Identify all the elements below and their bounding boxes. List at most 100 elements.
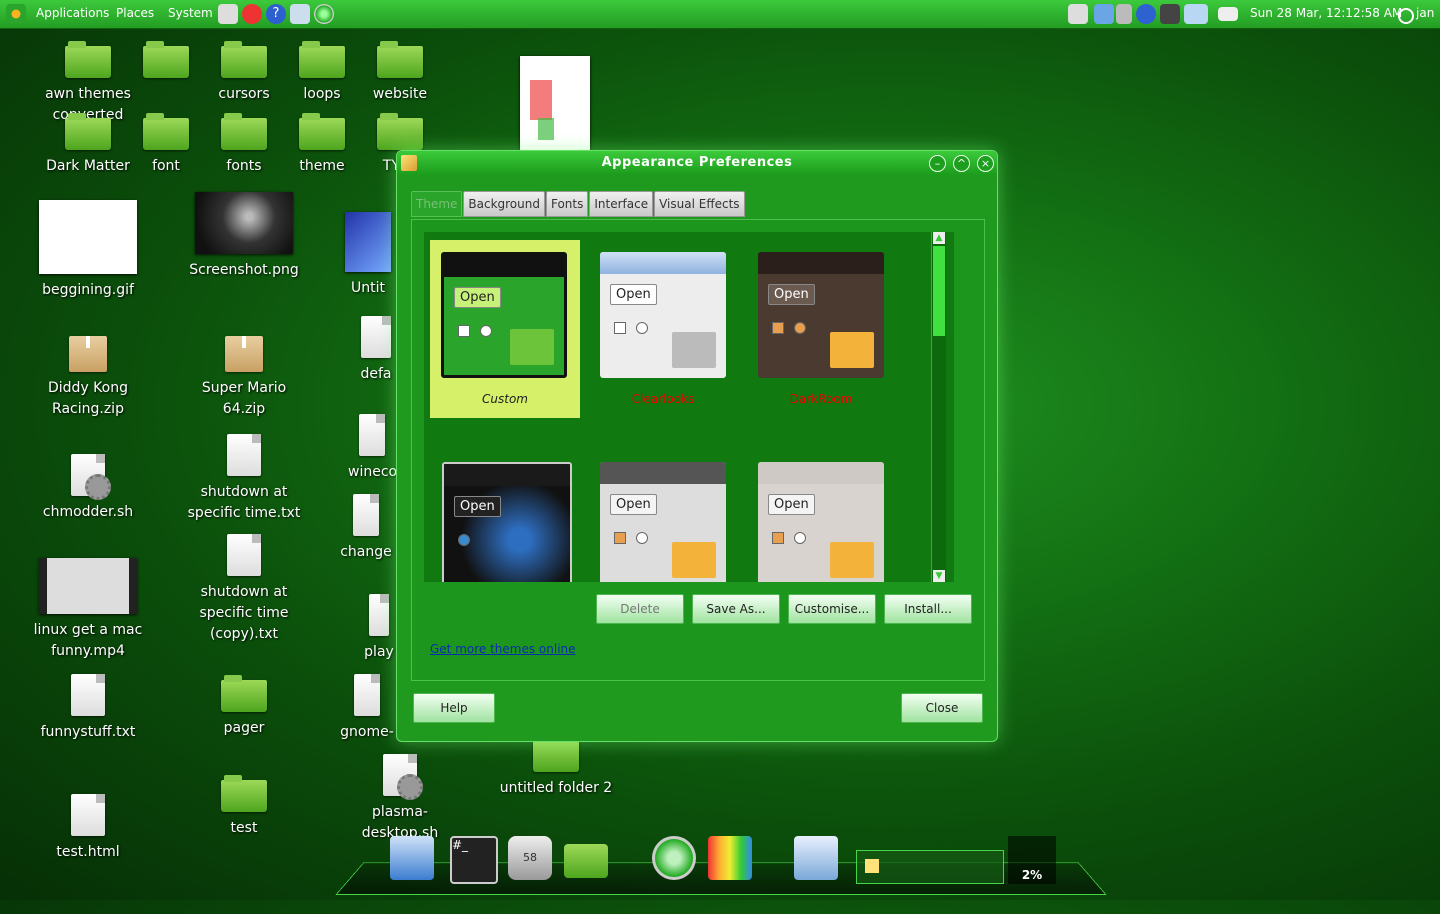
desktop-file-plasma[interactable]: plasma-desktop.sh xyxy=(340,754,460,844)
theme-item-4[interactable]: Open xyxy=(430,440,580,582)
folder-icon xyxy=(143,113,189,150)
theme-item-darkroom[interactable]: Open DarkRoom xyxy=(746,240,896,418)
desktop-file-test-html[interactable]: test.html xyxy=(28,794,148,863)
workspace-switcher[interactable] xyxy=(856,850,1004,884)
archive-icon xyxy=(225,336,263,372)
user-name[interactable]: jan xyxy=(1416,6,1434,20)
theme-preview: Open xyxy=(600,252,726,378)
theme-scrollbar[interactable]: ▲ ▼ xyxy=(931,232,946,582)
desktop-folder-pager[interactable]: pager xyxy=(184,675,304,739)
preview-folder-icon xyxy=(830,332,874,368)
power-icon[interactable] xyxy=(1398,8,1414,24)
preview-titlebar xyxy=(758,462,884,484)
volume-icon[interactable] xyxy=(1116,4,1132,24)
window-title: Appearance Preferences xyxy=(601,155,793,170)
desktop-file-linux-mac[interactable]: linux get a mac funny.mp4 xyxy=(28,558,148,662)
display-icon[interactable] xyxy=(1160,4,1180,24)
desktop-file-screenshot[interactable]: Screenshot.png xyxy=(184,192,304,281)
save-as-button[interactable]: Save As... xyxy=(692,594,780,624)
appearance-dock-icon[interactable] xyxy=(708,836,752,880)
desktop-file-mario-zip[interactable]: Super Mario 64.zip xyxy=(184,336,304,420)
envelope-icon[interactable] xyxy=(1218,7,1238,21)
install-button[interactable]: Install... xyxy=(884,594,972,624)
desktop-file-defa[interactable]: defa xyxy=(356,316,396,385)
help-launcher-icon[interactable]: ? xyxy=(266,4,286,24)
update-manager-dock-icon[interactable] xyxy=(652,836,696,880)
theme-item-6[interactable]: Open xyxy=(746,440,896,582)
tab-fonts[interactable]: Fonts xyxy=(545,191,589,217)
get-more-themes-link[interactable]: Get more themes online xyxy=(430,642,576,656)
browser-launcher-icon[interactable] xyxy=(242,4,262,24)
preview-titlebar xyxy=(758,252,884,274)
battery-monitor[interactable]: 2% xyxy=(1008,836,1056,884)
terminal-dock-icon[interactable]: #_ xyxy=(450,836,498,884)
icon-label: theme xyxy=(299,158,345,174)
minimize-button[interactable]: – xyxy=(929,155,946,172)
applications-menu[interactable]: Applications xyxy=(36,6,109,20)
weather-icon[interactable] xyxy=(1094,4,1114,24)
folder-icon xyxy=(533,735,579,772)
desktop-document-thumbnail[interactable] xyxy=(520,56,590,150)
tab-background[interactable]: Background xyxy=(463,191,545,217)
scroll-thumb[interactable] xyxy=(933,246,945,336)
theme-item-clearlooks[interactable]: Open Clearlooks xyxy=(588,240,738,418)
help-button[interactable]: Help xyxy=(413,693,495,723)
scroll-up-arrow-icon[interactable]: ▲ xyxy=(933,232,945,244)
ubuntu-logo-icon[interactable] xyxy=(6,4,26,24)
delete-button[interactable]: Delete xyxy=(596,594,684,624)
icon-label: funnystuff.txt xyxy=(40,724,136,740)
music-player-dock-icon[interactable] xyxy=(794,836,838,880)
screenshot-launcher-icon[interactable] xyxy=(290,4,310,24)
close-button[interactable]: Close xyxy=(901,693,983,723)
window-titlebar[interactable]: Appearance Preferences – ^ × xyxy=(397,151,997,175)
desktop-file-beggining-gif[interactable]: beggining.gif xyxy=(28,200,148,301)
system-menu[interactable]: System xyxy=(168,6,213,20)
desktop-file-shutdown-copy[interactable]: shutdown at specific time (copy).txt xyxy=(184,534,304,645)
network-offline-icon[interactable] xyxy=(1068,4,1088,24)
scroll-down-arrow-icon[interactable]: ▼ xyxy=(933,570,945,582)
desktop-file-play[interactable]: play xyxy=(362,594,396,663)
text-file-icon xyxy=(227,534,261,576)
tab-bar: Theme Background Fonts Interface Visual … xyxy=(411,191,746,217)
desktop-file-shutdown[interactable]: shutdown at specific time.txt xyxy=(184,434,304,524)
places-menu[interactable]: Places xyxy=(116,6,154,20)
preview-open-button: Open xyxy=(610,284,657,305)
accessibility-icon[interactable] xyxy=(1136,4,1156,24)
desktop-file-funnystuff[interactable]: funnystuff.txt xyxy=(28,674,148,743)
desktop-file-untit[interactable]: Untit xyxy=(340,212,396,299)
desktop-file-diddy-zip[interactable]: Diddy Kong Racing.zip xyxy=(28,336,148,420)
map-graphic xyxy=(538,118,554,140)
mail-launcher-icon[interactable] xyxy=(218,4,238,24)
desktop-folder-test[interactable]: test xyxy=(184,775,304,839)
preview-open-button: Open xyxy=(610,494,657,515)
clock[interactable]: Sun 28 Mar, 12:12:58 AM xyxy=(1250,6,1402,20)
desktop-folder-website[interactable]: website xyxy=(340,41,460,105)
folder-icon xyxy=(221,113,267,150)
customise-button[interactable]: Customise... xyxy=(788,594,876,624)
icon-label: gnome- xyxy=(340,724,394,740)
theme-item-5[interactable]: Open xyxy=(588,440,738,582)
maximize-button[interactable]: ^ xyxy=(953,155,970,172)
folder-icon xyxy=(221,775,267,812)
preview-checkbox xyxy=(772,532,784,544)
tab-visual-effects[interactable]: Visual Effects xyxy=(654,191,745,217)
file-manager-dock-icon[interactable] xyxy=(390,836,434,880)
folder-dock-icon[interactable] xyxy=(564,844,608,878)
desktop-file-wineco[interactable]: wineco xyxy=(348,414,397,483)
icon-label: Screenshot.png xyxy=(189,262,299,278)
script-icon xyxy=(361,316,391,358)
tab-theme[interactable]: Theme xyxy=(411,191,463,217)
trash-dock-icon[interactable]: 58 xyxy=(508,836,552,880)
close-window-button[interactable]: × xyxy=(977,155,994,172)
script-icon xyxy=(383,754,423,800)
desktop-folder-untitled-2[interactable]: untitled folder 2 xyxy=(496,735,616,799)
workspace-icon[interactable] xyxy=(1184,4,1208,24)
tab-interface[interactable]: Interface xyxy=(589,191,654,217)
desktop-file-change[interactable]: change xyxy=(336,494,396,563)
desktop-file-gnome[interactable]: gnome- xyxy=(338,674,396,743)
desktop-file-chmodder[interactable]: chmodder.sh xyxy=(28,454,148,523)
update-launcher-icon[interactable] xyxy=(314,4,334,24)
theme-item-custom[interactable]: Open Custom xyxy=(430,240,580,418)
icon-label: Diddy Kong Racing.zip xyxy=(48,380,128,417)
preview-open-button: Open xyxy=(768,494,815,515)
